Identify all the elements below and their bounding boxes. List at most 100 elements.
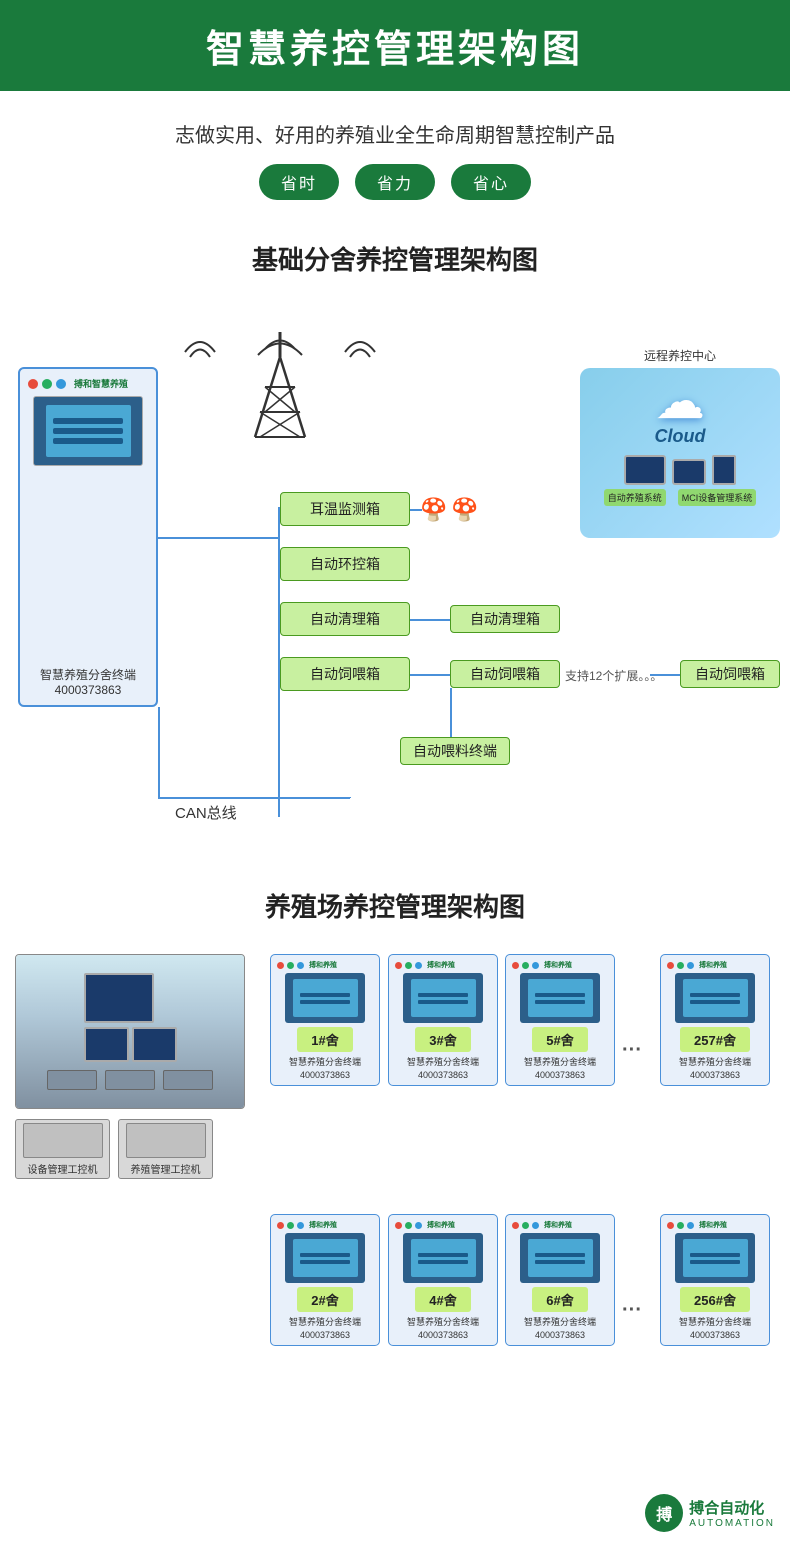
sm-bar-4b xyxy=(690,1000,740,1004)
st-header-7: 搏和养殖 xyxy=(509,1220,611,1230)
st-dot-red-3 xyxy=(512,962,519,969)
st-header-5: 搏和养殖 xyxy=(274,1220,376,1230)
st-logo-2: 搏和养殖 xyxy=(427,960,455,970)
st-logo-6: 搏和养殖 xyxy=(427,1220,455,1230)
st-screen-inner-2 xyxy=(411,979,476,1017)
st-screen-inner-8 xyxy=(683,1239,748,1277)
dot-blue xyxy=(56,379,66,389)
terminal-screen xyxy=(33,396,143,466)
header: 智慧养控管理架构图 xyxy=(0,0,790,91)
st-dot-red-1 xyxy=(277,962,284,969)
st-label-5: 智慧养殖分舍终端4000373863 xyxy=(289,1316,361,1341)
screen-bar-3 xyxy=(53,438,123,444)
st-logo-7: 搏和养殖 xyxy=(544,1220,572,1230)
terminal-label: 智慧养殖分舍终端 4000373863 xyxy=(40,666,136,701)
desk-row xyxy=(47,1070,213,1090)
st-screen-8 xyxy=(675,1233,755,1283)
sensor-icons: 🍄 🍄 xyxy=(420,497,479,523)
tower-svg xyxy=(240,327,320,447)
st-dot-blue-8 xyxy=(687,1222,694,1229)
hline-sensor xyxy=(410,509,422,511)
terminal-1: 搏和养殖 1#舍 智慧养殖分舍终端4000373863 xyxy=(270,954,380,1086)
sm-bar-7a xyxy=(535,1253,585,1257)
st-screen-3 xyxy=(520,973,600,1023)
st-label-3: 智慧养殖分舍终端4000373863 xyxy=(524,1056,596,1081)
st-header-4: 搏和养殖 xyxy=(664,960,766,970)
st-logo-8: 搏和养殖 xyxy=(699,1220,727,1230)
cloud-area: 远程养控中心 ☁ Cloud 自动养殖系统 MCI设备管理系统 xyxy=(580,347,780,547)
shelf-label-1: 1#舍 xyxy=(297,1027,352,1052)
control-room xyxy=(84,973,177,1062)
desk-1 xyxy=(47,1070,97,1090)
st-dot-red-2 xyxy=(395,962,402,969)
terminal-5: 搏和养殖 2#舍 智慧养殖分舍终端4000373863 xyxy=(270,1214,380,1346)
terminal-2: 搏和养殖 3#舍 智慧养殖分舍终端4000373863 xyxy=(388,954,498,1086)
dot-green xyxy=(42,379,52,389)
cloud-label-1: 自动养殖系统 xyxy=(604,489,666,506)
ws-screen-2 xyxy=(126,1123,206,1158)
st-screen-inner-4 xyxy=(683,979,748,1017)
st-dot-red-5 xyxy=(277,1222,284,1229)
sm-bar-7b xyxy=(535,1260,585,1264)
workstation-area: 设备管理工控机 养殖管理工控机 xyxy=(15,1119,213,1179)
subtitle-text: 志做实用、好用的养殖业全生命周期智慧控制产品 xyxy=(20,119,770,148)
monitor-screen xyxy=(624,455,666,485)
st-screen-inner-1 xyxy=(293,979,358,1017)
st-header-2: 搏和养殖 xyxy=(392,960,494,970)
st-screen-inner-6 xyxy=(411,1239,476,1277)
shelf-label-2: 3#舍 xyxy=(415,1027,470,1052)
badges-row: 省时 省力 省心 xyxy=(20,164,770,200)
st-dot-green-1 xyxy=(287,962,294,969)
hline-clean xyxy=(410,619,450,621)
shelf-label-3: 5#舍 xyxy=(532,1027,587,1052)
small-screens-row xyxy=(84,1027,177,1062)
watermark-area: 搏 搏合自动化 AUTOMATION xyxy=(0,1484,790,1547)
st-screen-5 xyxy=(285,1233,365,1283)
page-title: 智慧养控管理架构图 xyxy=(0,18,790,73)
sm-bar-6b xyxy=(418,1260,468,1264)
st-dot-green-7 xyxy=(522,1222,529,1229)
dots-row2: ··· xyxy=(622,1299,642,1322)
sm-bar-6a xyxy=(418,1253,468,1257)
st-header-1: 搏和养殖 xyxy=(274,960,376,970)
laptop-screen xyxy=(672,459,706,485)
sm-bar-5a xyxy=(300,1253,350,1257)
sm-bar-8b xyxy=(690,1260,740,1264)
terminal-8: 搏和养殖 256#舍 智慧养殖分舍终端4000373863 xyxy=(660,1214,770,1346)
vline-can-left xyxy=(158,707,160,797)
terminal-3: 搏和养殖 5#舍 智慧养殖分舍终端4000373863 xyxy=(505,954,615,1086)
terminal-4: 搏和养殖 257#舍 智慧养殖分舍终端4000373863 xyxy=(660,954,770,1086)
farm-image-inner xyxy=(16,955,244,1108)
subtitle-section: 志做实用、好用的养殖业全生命周期智慧控制产品 省时 省力 省心 xyxy=(0,91,790,210)
watermark-text-group: 搏合自动化 AUTOMATION xyxy=(689,1497,775,1529)
badge-3: 省心 xyxy=(451,164,531,200)
watermark-logo: 搏 xyxy=(645,1494,683,1532)
st-dot-red-6 xyxy=(395,1222,402,1229)
can-label: CAN总线 xyxy=(175,802,237,823)
st-dot-green-6 xyxy=(405,1222,412,1229)
st-dot-green-8 xyxy=(677,1222,684,1229)
st-dot-red-4 xyxy=(667,962,674,969)
workstation-1: 设备管理工控机 xyxy=(15,1119,110,1179)
green-box-env-ctrl: 自动环控箱 xyxy=(280,547,410,581)
hline-terminal-boxes xyxy=(158,537,278,539)
badge-2: 省力 xyxy=(355,164,435,200)
st-dot-blue-5 xyxy=(297,1222,304,1229)
shelf-label-6: 4#舍 xyxy=(415,1287,470,1312)
arch1-diagram: 搏和智慧养殖 智慧养殖分舍终端 4000373863 xyxy=(0,297,790,857)
shelf-label-5: 2#舍 xyxy=(297,1287,352,1312)
terminal-6: 搏和养殖 4#舍 智慧养殖分舍终端4000373863 xyxy=(388,1214,498,1346)
st-label-7: 智慧养殖分舍终端4000373863 xyxy=(524,1316,596,1341)
screen-bar-1 xyxy=(53,418,123,424)
desk-3 xyxy=(163,1070,213,1090)
st-logo-5: 搏和养殖 xyxy=(309,1220,337,1230)
st-dot-green-3 xyxy=(522,962,529,969)
st-dot-blue-1 xyxy=(297,962,304,969)
sm-bar-2a xyxy=(418,993,468,997)
shelf-label-4: 257#舍 xyxy=(680,1027,750,1052)
st-screen-7 xyxy=(520,1233,600,1283)
sm-bar-4a xyxy=(690,993,740,997)
st-label-1: 智慧养殖分舍终端4000373863 xyxy=(289,1056,361,1081)
cloud-word: Cloud xyxy=(655,426,706,447)
hline-feed xyxy=(410,674,450,676)
